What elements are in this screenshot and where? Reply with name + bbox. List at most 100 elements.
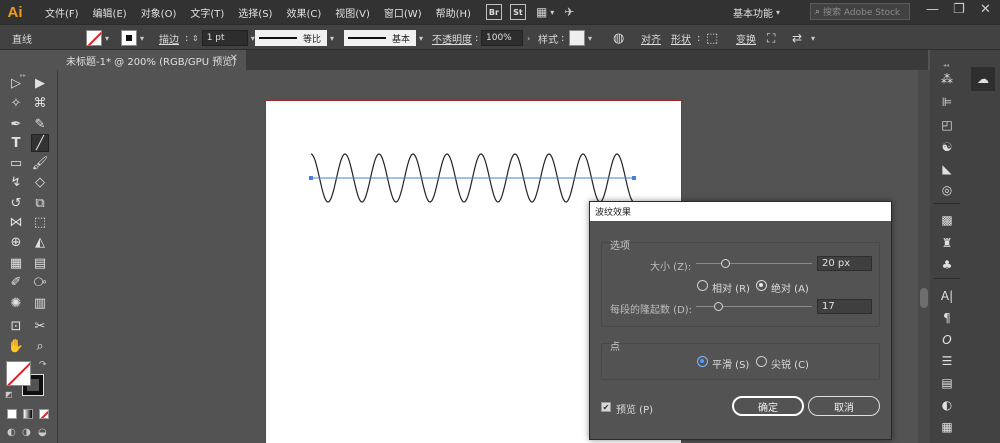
menu-type[interactable]: 文字(T) — [183, 5, 231, 20]
workspace-switcher[interactable]: 基本功能 ▾ — [733, 3, 799, 21]
direct-selection-tool-icon[interactable]: ▶ — [31, 74, 49, 92]
symbols-panel-icon[interactable]: ♣ — [938, 256, 956, 274]
draw-inside-icon[interactable]: ◒ — [38, 427, 47, 438]
color-mode-icon[interactable] — [7, 409, 17, 419]
relative-label[interactable]: 相对 (R) — [712, 280, 750, 295]
scale-tool-icon[interactable]: ⧉ — [31, 194, 49, 212]
none-mode-icon[interactable] — [39, 409, 49, 419]
scroll-thumb[interactable] — [920, 288, 928, 308]
relative-radio[interactable] — [697, 280, 708, 291]
paintbrush-tool-icon[interactable]: 🖌 — [31, 154, 49, 172]
collapse-icon[interactable]: ◂◂ — [943, 62, 949, 69]
corner-label[interactable]: 尖锐 (C) — [771, 356, 809, 371]
bridge-button[interactable]: Br — [485, 4, 502, 20]
size-slider-track[interactable] — [696, 263, 812, 264]
pen-tool-icon[interactable]: ✒ — [7, 115, 25, 133]
dialog-title[interactable]: 波纹效果 — [590, 202, 891, 221]
stock-button[interactable]: St — [509, 4, 526, 20]
anchor-point-end[interactable] — [632, 176, 636, 180]
size-field[interactable]: 20 px — [817, 256, 872, 271]
creative-cloud-libraries-icon[interactable]: ☁ — [971, 67, 995, 91]
panel-menu-icon[interactable]: ⇄ — [792, 30, 802, 46]
document-tab[interactable]: 未标题-1* @ 200% (RGB/GPU 预览) ✕ — [58, 50, 246, 70]
opacity-field[interactable]: 100% — [481, 30, 523, 46]
mesh-tool-icon[interactable]: ▦ — [7, 254, 25, 272]
fill-color-box[interactable] — [6, 361, 31, 386]
stepper-icon[interactable]: ⇕ — [192, 34, 199, 43]
search-stock-input[interactable]: ⌕ 搜索 Adobe Stock — [810, 3, 910, 20]
menu-effect[interactable]: 效果(C) — [279, 5, 328, 20]
preview-checkbox[interactable]: ✔ — [601, 402, 611, 412]
isolate-group-icon[interactable]: ⛶ — [767, 30, 775, 46]
screen-mode-icon[interactable]: ◑ — [22, 427, 31, 438]
menu-edit[interactable]: 编辑(E) — [86, 5, 134, 20]
stroke-weight-field[interactable]: 1 pt — [201, 30, 248, 46]
chevron-down-icon[interactable]: ▾ — [105, 34, 109, 43]
gradient-panel-icon[interactable]: ◣ — [938, 160, 956, 178]
column-graph-tool-icon[interactable]: ▥ — [31, 294, 49, 312]
graphic-style-swatch[interactable] — [569, 30, 585, 46]
shape-builder-tool-icon[interactable]: ⊕ — [7, 233, 25, 251]
chevron-down-icon[interactable]: ▾ — [140, 34, 144, 43]
artboards-panel-icon[interactable]: ▩ — [938, 211, 956, 229]
recolor-artwork-icon[interactable]: ◍ — [613, 30, 624, 46]
gradient-mode-icon[interactable] — [23, 409, 33, 419]
cancel-button[interactable]: 取消 — [808, 396, 880, 416]
brushes-panel-icon[interactable]: ♜ — [938, 234, 956, 252]
menu-help[interactable]: 帮助(H) — [429, 5, 478, 20]
selection-tool-icon[interactable]: ▷ — [7, 74, 25, 92]
zoom-tool-icon[interactable]: ⌕ — [31, 337, 49, 355]
fill-swatch[interactable] — [86, 30, 102, 46]
transform-label[interactable]: 变换 — [736, 30, 756, 46]
menu-window[interactable]: 窗口(W) — [377, 5, 429, 20]
rotate-tool-icon[interactable]: ↺ — [7, 194, 25, 212]
shape-label[interactable]: 形状 — [671, 30, 691, 46]
brush-definition[interactable]: 基本 — [344, 30, 416, 46]
eraser-tool-icon[interactable]: ◇ — [31, 173, 49, 191]
bounding-box-icon[interactable]: ⬚ — [706, 30, 718, 46]
eyedropper-tool-icon[interactable]: ✐ — [7, 273, 25, 291]
variable-width-profile[interactable]: 等比 — [255, 30, 327, 46]
width-tool-icon[interactable]: ⋈ — [7, 213, 25, 231]
links-panel-icon[interactable]: ▦ — [938, 418, 956, 436]
shaper-tool-icon[interactable]: ↯ — [7, 173, 25, 191]
menu-select[interactable]: 选择(S) — [231, 5, 279, 20]
draw-normal-icon[interactable]: ◐ — [7, 427, 16, 438]
gpu-performance-icon[interactable]: ✈ — [564, 5, 574, 19]
curvature-tool-icon[interactable]: ✎ — [31, 115, 49, 133]
lasso-tool-icon[interactable]: ⌘ — [31, 94, 49, 112]
swatches-panel-icon[interactable]: ⁂ — [938, 70, 956, 88]
default-colors-icon[interactable]: ◩ — [5, 390, 13, 399]
menu-view[interactable]: 视图(V) — [328, 5, 377, 20]
align-label[interactable]: 对齐 — [641, 30, 661, 46]
gradient-tool-icon[interactable]: ▤ — [31, 254, 49, 272]
stroke-panel-icon[interactable]: ☰ — [938, 352, 956, 370]
absolute-label[interactable]: 绝对 (A) — [771, 280, 809, 295]
symbol-sprayer-tool-icon[interactable]: ✺ — [7, 294, 25, 312]
menu-object[interactable]: 对象(O) — [134, 5, 184, 20]
absolute-radio[interactable] — [756, 280, 767, 291]
smooth-radio[interactable] — [697, 356, 708, 367]
line-segment-tool-icon[interactable]: ╱ — [31, 134, 49, 152]
perspective-grid-tool-icon[interactable]: ◭ — [31, 233, 49, 251]
free-transform-tool-icon[interactable]: ⬚ — [31, 213, 49, 231]
chevron-down-icon[interactable]: ▾ — [550, 8, 554, 17]
corner-radio[interactable] — [756, 356, 767, 367]
magic-wand-tool-icon[interactable]: ✧ — [7, 94, 25, 112]
rectangle-tool-icon[interactable]: ▭ — [7, 154, 25, 172]
preview-label[interactable]: 预览 (P) — [616, 401, 653, 416]
ok-button[interactable]: 确定 — [732, 396, 804, 416]
color-guide-panel-icon[interactable]: ☯ — [938, 138, 956, 156]
menu-file[interactable]: 文件(F) — [38, 5, 86, 20]
restore-icon[interactable]: ❐ — [953, 2, 965, 17]
opacity-label[interactable]: 不透明度 — [432, 30, 472, 46]
smooth-label[interactable]: 平滑 (S) — [712, 356, 749, 371]
stroke-label[interactable]: 描边 — [159, 30, 179, 46]
hand-tool-icon[interactable]: ✋ — [7, 337, 25, 355]
align-panel-icon[interactable]: ⊫ — [938, 93, 956, 111]
ridges-field[interactable]: 17 — [817, 299, 872, 314]
stroke-swatch[interactable] — [121, 30, 137, 46]
opentype-panel-icon[interactable]: O — [938, 331, 956, 349]
layers-panel-icon[interactable]: ◐ — [938, 396, 956, 414]
close-icon[interactable]: ✕ — [230, 53, 238, 64]
